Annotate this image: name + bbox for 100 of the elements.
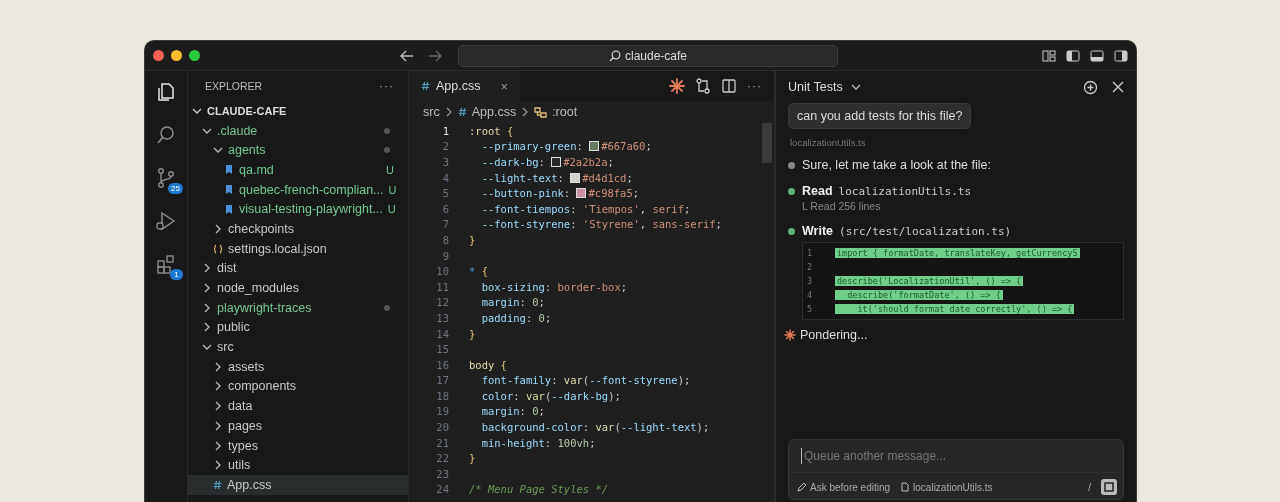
- chevron-icon[interactable]: [202, 302, 212, 313]
- chevron-icon[interactable]: [213, 361, 223, 372]
- color-swatch-icon[interactable]: [589, 141, 600, 152]
- code-text: --button-pink:: [480, 187, 572, 200]
- code-text: --primary-green:: [480, 140, 584, 153]
- commands-button[interactable]: /: [1088, 481, 1091, 493]
- sidebar-right-icon[interactable]: [1114, 49, 1128, 62]
- file-tree-item[interactable]: quebec-french-complian...: [239, 182, 384, 197]
- code-text: min-height: 100vh;: [480, 436, 596, 449]
- line-number: 19: [435, 405, 450, 418]
- code-text: font-family: var(--font-styrene);: [480, 374, 691, 387]
- chevron-icon[interactable]: [213, 381, 223, 392]
- file-tree-item[interactable]: visual-testing-playwright...: [239, 202, 383, 217]
- line-number: 24: [435, 483, 450, 496]
- panel-title: EXPLORER: [205, 80, 263, 92]
- code-text: --font-tiempos: 'Tiempos', serif;: [480, 202, 691, 215]
- color-swatch-icon[interactable]: [551, 157, 562, 167]
- file-tree-item[interactable]: settings.local.json: [228, 241, 327, 256]
- code-text: --dark-bg:: [480, 156, 546, 168]
- file-tree-item[interactable]: src: [217, 340, 234, 355]
- forward-arrow-icon[interactable]: [428, 49, 442, 62]
- edit-mode-button[interactable]: Ask before editing: [797, 481, 891, 493]
- chevron-icon[interactable]: [202, 263, 212, 274]
- new-chat-icon[interactable]: [1083, 79, 1098, 95]
- chevron-icon[interactable]: [213, 460, 223, 471]
- chevron-icon[interactable]: [213, 401, 223, 412]
- editor-tab[interactable]: App.css ×: [409, 71, 521, 101]
- line-number: 21: [435, 436, 450, 449]
- code-text: #c98fa5;: [588, 187, 640, 200]
- line-number: 8: [441, 233, 450, 246]
- scrollbar-thumb[interactable]: [762, 123, 772, 163]
- line-number: 6: [441, 202, 450, 215]
- breadcrumb-item[interactable]: App.css: [471, 105, 517, 119]
- code-text: }: [469, 233, 476, 246]
- line-number: 1: [441, 124, 450, 137]
- color-swatch-icon[interactable]: [576, 188, 587, 199]
- back-arrow-icon[interactable]: [400, 49, 414, 62]
- code-text: margin: 0;: [480, 405, 545, 418]
- extensions-icon[interactable]: [155, 253, 177, 275]
- spark-icon[interactable]: [669, 78, 685, 94]
- chevron-icon[interactable]: [213, 440, 223, 451]
- breadcrumb-item[interactable]: :root: [552, 105, 578, 119]
- file-tree-item[interactable]: playwright-traces: [217, 300, 312, 315]
- line-number: 3: [441, 156, 450, 168]
- command-search-field[interactable]: claude-cafe: [458, 44, 838, 67]
- close-icon[interactable]: [1112, 81, 1124, 93]
- user-message: can you add tests for this file?: [788, 103, 972, 129]
- code-text: --light-text:: [480, 171, 565, 184]
- panel-bottom-icon[interactable]: [1090, 49, 1104, 62]
- files-icon[interactable]: [155, 81, 177, 103]
- code-text: --font-styrene: 'Styrene', sans-serif;: [480, 218, 722, 231]
- file-tree-item[interactable]: pages: [228, 418, 263, 433]
- file-tree-item[interactable]: data: [228, 399, 253, 414]
- chevron-icon[interactable]: [202, 283, 212, 294]
- file-tree-item[interactable]: utils: [228, 458, 251, 473]
- file-icon: [900, 482, 911, 492]
- split-editor-icon[interactable]: [721, 78, 737, 94]
- search-icon[interactable]: [155, 124, 177, 146]
- layout-icon[interactable]: [1042, 49, 1056, 62]
- minimize-window-button[interactable]: [171, 50, 182, 61]
- maximize-window-button[interactable]: [189, 50, 200, 61]
- run-debug-icon[interactable]: [155, 210, 177, 232]
- line-number: 4: [806, 290, 814, 300]
- chevron-icon[interactable]: [213, 223, 223, 234]
- line-number: 14: [435, 327, 450, 340]
- tool-action-label: Write: [802, 224, 834, 238]
- send-button[interactable]: [1101, 479, 1117, 495]
- chevron-icon[interactable]: [213, 420, 223, 431]
- attached-file-chip[interactable]: localizationUtils.ts: [900, 481, 993, 493]
- color-swatch-icon[interactable]: [570, 172, 581, 183]
- file-tree-item[interactable]: qa.md: [239, 162, 274, 177]
- line-number: 17: [435, 374, 450, 387]
- file-tree-item[interactable]: assets: [228, 359, 265, 374]
- code-text: #d4d1cd;: [582, 171, 633, 184]
- chevron-icon: [521, 107, 530, 117]
- compare-changes-icon[interactable]: [695, 78, 711, 94]
- sidebar-left-icon[interactable]: [1066, 49, 1080, 62]
- file-tree-item[interactable]: App.css: [227, 477, 272, 492]
- more-actions-button[interactable]: ···: [747, 79, 762, 93]
- file-tree-item[interactable]: checkpoints: [228, 221, 294, 236]
- file-tree-item[interactable]: dist: [217, 261, 237, 276]
- count-badge: 1: [170, 269, 183, 280]
- line-number: 10: [435, 265, 450, 278]
- more-actions-button[interactable]: ···: [379, 79, 394, 93]
- breadcrumb-item[interactable]: src: [423, 105, 440, 119]
- file-tree-item[interactable]: .claude: [217, 123, 258, 138]
- file-tree-item[interactable]: public: [217, 320, 250, 335]
- tool-target-label: localizationUtils.ts: [838, 185, 972, 198]
- message-input-field[interactable]: Queue another message...: [801, 448, 1111, 464]
- session-dropdown[interactable]: Unit Tests: [788, 80, 861, 94]
- file-tree-item[interactable]: types: [228, 438, 258, 453]
- close-window-button[interactable]: [153, 50, 164, 61]
- css-file-icon: [421, 81, 430, 91]
- line-number: 13: [435, 311, 450, 324]
- file-tree-item[interactable]: node_modules: [217, 281, 299, 296]
- chevron-icon[interactable]: [202, 322, 212, 333]
- file-tree-item[interactable]: agents: [228, 143, 266, 158]
- file-tree-item[interactable]: components: [228, 379, 297, 394]
- workspace-folder[interactable]: CLAUDE-CAFE: [188, 101, 408, 121]
- tool-target-label: (src/test/localization.ts): [839, 225, 1012, 238]
